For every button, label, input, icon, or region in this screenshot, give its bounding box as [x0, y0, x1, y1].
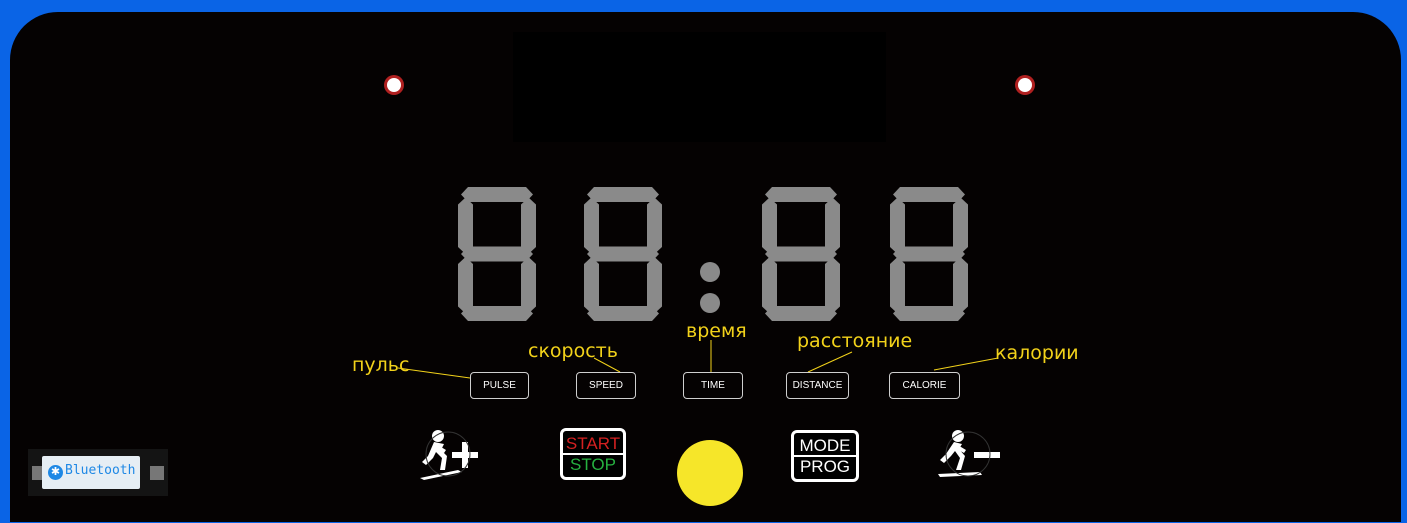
bluetooth-tab-right — [150, 466, 164, 480]
bluetooth-label: Bluetooth — [65, 463, 136, 478]
calorie-indicator: CALORIE — [889, 372, 960, 399]
label-calorie: калории — [995, 342, 1079, 364]
start-stop-button[interactable]: START STOP — [560, 428, 626, 480]
prog-label: PROG — [799, 457, 851, 476]
round-action-button[interactable] — [677, 440, 743, 506]
time-indicator: TIME — [683, 372, 743, 399]
runner-plus-icon — [420, 430, 478, 480]
label-distance: расстояние — [797, 330, 913, 352]
bluetooth-icon: ✱ — [48, 465, 63, 480]
bluetooth-label-box: ✱ Bluetooth — [42, 456, 140, 489]
label-time: время — [686, 320, 747, 342]
leader-distance — [807, 351, 853, 373]
label-pulse: пульс — [352, 354, 410, 376]
mode-prog-button[interactable]: MODE PROG — [791, 430, 859, 482]
pulse-indicator: PULSE — [470, 372, 529, 399]
distance-indicator: DISTANCE — [786, 372, 849, 399]
stop-label: STOP — [570, 455, 616, 474]
start-label: START — [563, 434, 623, 455]
runner-minus-icon — [938, 430, 1000, 477]
mode-label: MODE — [794, 436, 856, 457]
speed-up-button[interactable] — [418, 428, 486, 484]
label-speed: скорость — [528, 340, 618, 362]
bluetooth-badge: ✱ Bluetooth — [28, 449, 168, 496]
speed-down-button[interactable] — [934, 428, 1006, 484]
speed-indicator: SPEED — [576, 372, 636, 399]
leader-calorie — [933, 357, 999, 371]
